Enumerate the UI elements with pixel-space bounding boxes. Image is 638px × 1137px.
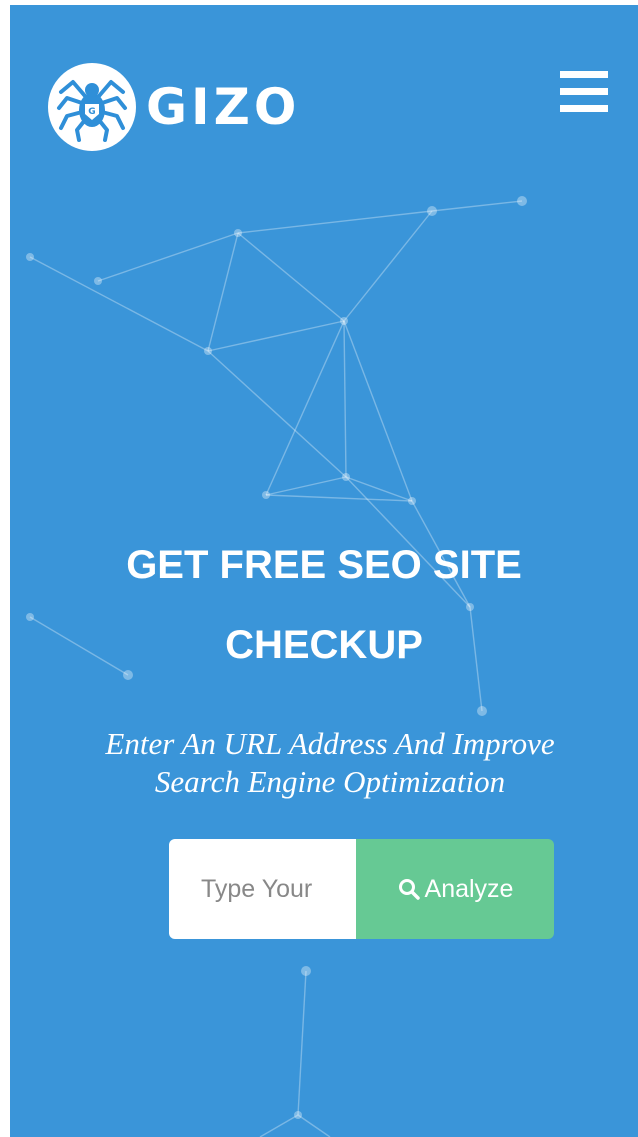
menu-bar [560,105,608,112]
subtitle-line: Search Engine Optimization [154,764,506,799]
headline-line: CHECKUP [225,623,423,667]
brand-logo[interactable]: G GIZO [48,63,300,151]
spider-icon: G [48,63,136,151]
subtitle-line: Enter An URL Address And Improve [105,726,555,761]
brand-name: GIZO [146,78,301,136]
url-search-form: Analyze [169,839,554,939]
headline-line: GET FREE SEO SITE [126,543,522,587]
svg-text:G: G [88,107,95,117]
page-subtitle: Enter An URL Address And Improve Search … [30,725,630,801]
analyze-button-label: Analyze [424,874,514,903]
search-icon [397,877,421,901]
analyze-button[interactable]: Analyze [356,839,554,939]
menu-bar [560,88,608,95]
page-title: GET FREE SEO SITE CHECKUP [10,525,638,685]
url-input[interactable] [169,839,356,939]
hamburger-menu-icon[interactable] [560,71,612,115]
hero-section: G GIZO GET FREE SEO SITE CHECKUP Enter A… [10,5,638,1137]
menu-bar [560,71,608,78]
